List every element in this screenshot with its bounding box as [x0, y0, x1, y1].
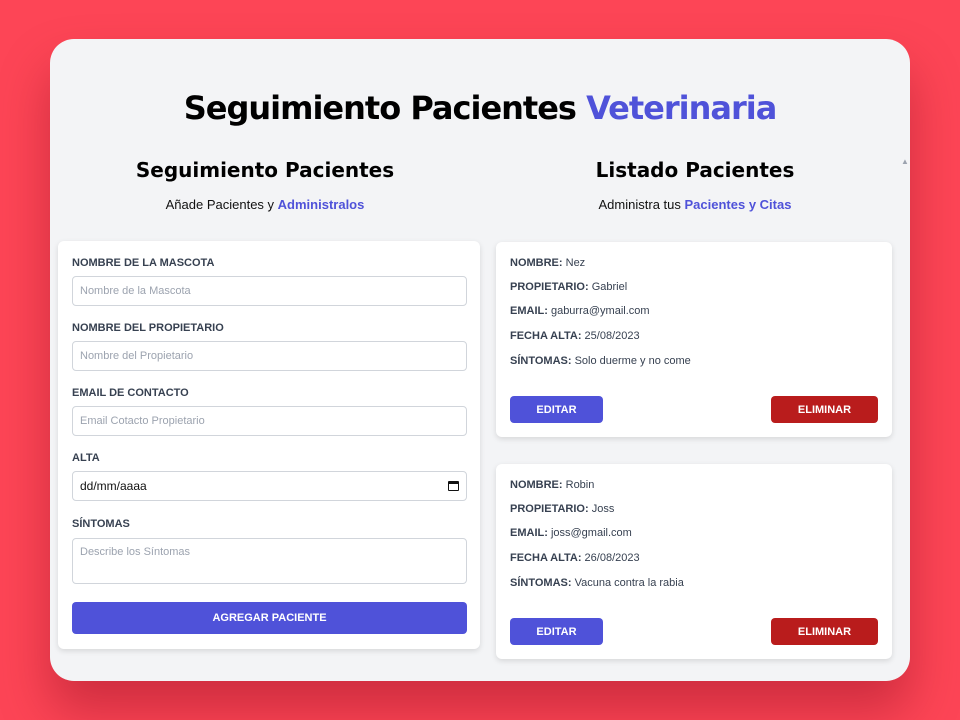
- name-field-label: NOMBRE:: [510, 479, 563, 491]
- owner-name-label: NOMBRE DEL PROPIETARIO: [72, 322, 224, 334]
- pet-name-input[interactable]: [72, 276, 467, 306]
- page-title-main: Seguimiento Pacientes: [183, 89, 577, 127]
- patient-date: 26/08/2023: [584, 552, 640, 564]
- patient-symptoms: Vacuna contra la rabia: [574, 577, 684, 589]
- patient-card: NOMBRE: Nez PROPIETARIO: Gabriel EMAIL: …: [496, 242, 892, 437]
- page-title: Seguimiento Pacientes Veterinaria: [50, 89, 910, 127]
- symptoms-textarea[interactable]: [72, 538, 467, 584]
- form-subtitle-accent: Administralos: [277, 197, 365, 212]
- edit-button[interactable]: EDITAR: [510, 396, 603, 423]
- date-label: ALTA: [72, 452, 100, 464]
- owner-name-input[interactable]: [72, 341, 467, 371]
- patient-owner-row: PROPIETARIO: Gabriel: [510, 281, 627, 293]
- date-input[interactable]: dd/mm/aaaa: [72, 471, 467, 501]
- delete-button[interactable]: ELIMINAR: [771, 618, 878, 645]
- list-section-subtitle: Administra tus Pacientes y Citas: [480, 197, 910, 212]
- patient-email: joss@gmail.com: [550, 527, 632, 539]
- patient-name-row: NOMBRE: Nez: [510, 257, 585, 269]
- name-field-label: NOMBRE:: [510, 257, 563, 269]
- patient-date-row: FECHA ALTA: 26/08/2023: [510, 552, 640, 564]
- calendar-icon[interactable]: [448, 481, 459, 491]
- list-subtitle-accent: Pacientes y Citas: [684, 197, 792, 212]
- pet-name-label: NOMBRE DE LA MASCOTA: [72, 257, 215, 269]
- date-value: dd/mm/aaaa: [80, 479, 147, 493]
- symptoms-field-label: SÍNTOMAS:: [510, 355, 572, 367]
- scroll-up-icon[interactable]: ▲: [901, 157, 909, 166]
- email-input[interactable]: [72, 406, 467, 436]
- form-subtitle-text: Añade Pacientes y: [165, 197, 275, 212]
- list-section-title: Listado Pacientes: [595, 158, 795, 182]
- delete-button[interactable]: ELIMINAR: [771, 396, 878, 423]
- form-section-title: Seguimiento Pacientes: [135, 158, 395, 182]
- patient-symptoms: Solo duerme y no come: [574, 355, 691, 367]
- edit-button[interactable]: EDITAR: [510, 618, 603, 645]
- patient-date: 25/08/2023: [584, 330, 640, 342]
- patient-owner-row: PROPIETARIO: Joss: [510, 503, 614, 515]
- list-subtitle-text: Administra tus: [598, 197, 681, 212]
- patient-name-row: NOMBRE: Robin: [510, 479, 594, 491]
- patient-owner: Joss: [591, 503, 615, 515]
- owner-field-label: PROPIETARIO:: [510, 281, 589, 293]
- email-label: EMAIL DE CONTACTO: [72, 387, 189, 399]
- symptoms-label: SÍNTOMAS: [72, 518, 130, 530]
- patient-email: gaburra@ymail.com: [550, 305, 650, 317]
- patient-symptoms-row: SÍNTOMAS: Solo duerme y no come: [510, 355, 691, 367]
- patient-date-row: FECHA ALTA: 25/08/2023: [510, 330, 640, 342]
- owner-field-label: PROPIETARIO:: [510, 503, 589, 515]
- patient-card: NOMBRE: Robin PROPIETARIO: Joss EMAIL: j…: [496, 464, 892, 659]
- patient-name: Robin: [565, 479, 595, 491]
- app-window: Seguimiento Pacientes Veterinaria Seguim…: [50, 39, 910, 681]
- date-field-label: FECHA ALTA:: [510, 552, 582, 564]
- form-section-subtitle: Añade Pacientes y Administralos: [50, 197, 480, 212]
- patient-symptoms-row: SÍNTOMAS: Vacuna contra la rabia: [510, 577, 684, 589]
- add-patient-button[interactable]: AGREGAR PACIENTE: [72, 602, 467, 634]
- symptoms-field-label: SÍNTOMAS:: [510, 577, 572, 589]
- date-field-label: FECHA ALTA:: [510, 330, 582, 342]
- patient-owner: Gabriel: [591, 281, 628, 293]
- patient-form: NOMBRE DE LA MASCOTA NOMBRE DEL PROPIETA…: [58, 241, 480, 649]
- patient-email-row: EMAIL: gaburra@ymail.com: [510, 305, 650, 317]
- email-field-label: EMAIL:: [510, 527, 548, 539]
- patient-email-row: EMAIL: joss@gmail.com: [510, 527, 632, 539]
- patient-name: Nez: [565, 257, 586, 269]
- page-title-accent: Veterinaria: [586, 89, 777, 127]
- email-field-label: EMAIL:: [510, 305, 548, 317]
